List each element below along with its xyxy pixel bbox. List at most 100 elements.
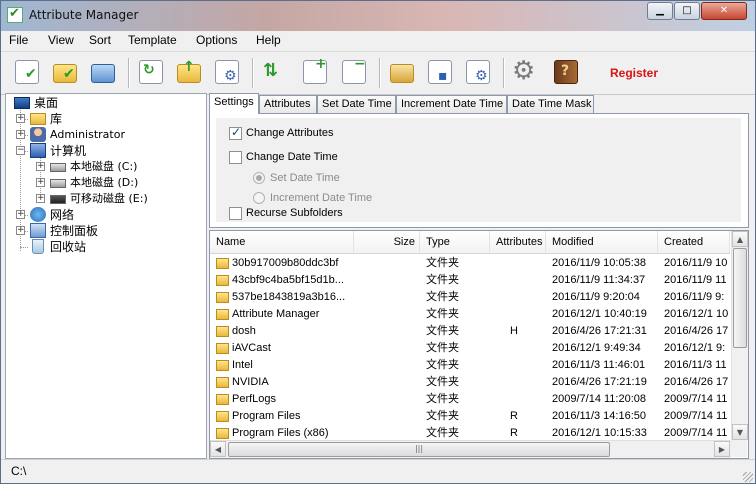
folder-icon [216, 411, 229, 422]
scroll-left-icon[interactable]: ◀ [210, 441, 226, 457]
scroll-down-icon[interactable]: ▼ [732, 424, 748, 440]
resize-grip-icon[interactable] [743, 472, 753, 482]
cell-modified: 2009/7/14 11:20:08 [552, 393, 646, 405]
tab-attributes[interactable]: Attributes [259, 95, 317, 113]
table-row[interactable]: 537be1843819a3b16... 文件夹 2016/11/9 9:20:04… [210, 289, 730, 306]
tab-set-date-time[interactable]: Set Date Time [317, 95, 396, 113]
set-date-time-label: Set Date Time [270, 172, 340, 184]
go-up-button[interactable]: ↑ [173, 56, 205, 88]
table-row[interactable]: dosh 文件夹 H 2016/4/26 17:21:31 2016/4/26 17 [210, 323, 730, 340]
tree-item-label: 回收站 [50, 240, 87, 254]
table-row[interactable]: Program Files 文件夹 R 2016/11/3 14:16:50 2009/… [210, 408, 730, 425]
tree-item-label: Administrator [50, 128, 125, 141]
table-row[interactable]: 30b917009b80ddc3bf 文件夹 2016/11/9 10:05:38 2… [210, 255, 730, 272]
tree-item-label: 本地磁盘 (C:) [70, 160, 138, 173]
cell-name: NVIDIA [232, 376, 269, 388]
table-row[interactable]: NVIDIA 文件夹 2016/4/26 17:21:19 2016/4/26 17 [210, 374, 730, 391]
table-row[interactable]: iAVCast 文件夹 2016/12/1 9:49:34 2016/12/1 9: [210, 340, 730, 357]
toolbar-separator [379, 58, 381, 88]
change-date-time-checkbox[interactable] [229, 151, 242, 164]
add-folder-button[interactable]: ✔ [49, 56, 81, 88]
minimize-button[interactable]: ▁ [647, 2, 673, 20]
menu-template[interactable]: Template [128, 33, 177, 47]
tree-item-label: 控制面板 [50, 224, 99, 238]
scroll-up-icon[interactable]: ▲ [732, 231, 748, 247]
menu-options[interactable]: Options [196, 33, 237, 47]
cell-attributes: H [510, 325, 518, 337]
cell-attributes: R [510, 410, 518, 422]
horizontal-scroll-thumb[interactable]: ||| [228, 442, 610, 457]
cell-modified: 2016/12/1 9:49:34 [552, 342, 641, 354]
expand-icon[interactable]: + [36, 194, 45, 203]
tab-date-time-mask[interactable]: Date Time Mask [507, 95, 594, 113]
save-clipboard-button[interactable]: ▪ [424, 56, 456, 88]
help-button[interactable]: ? [550, 56, 582, 88]
status-bar: C:\ [1, 459, 755, 483]
menu-view[interactable]: View [48, 33, 74, 47]
column-header-size[interactable]: Size [354, 231, 420, 253]
clipboard-button[interactable] [386, 56, 418, 88]
status-path: C:\ [11, 464, 27, 478]
tab-settings[interactable]: Settings [209, 93, 259, 114]
file-list[interactable]: Name Size Type Attributes Modified Creat… [209, 230, 749, 459]
menu-help[interactable]: Help [256, 33, 281, 47]
change-attributes-checkbox[interactable] [229, 125, 242, 140]
recurse-subfolders-checkbox[interactable] [229, 207, 242, 220]
collapse-icon[interactable]: − [16, 146, 25, 155]
folder-icon [216, 377, 229, 388]
cell-type: 文件夹 [426, 257, 459, 269]
close-button[interactable]: ✕ [701, 2, 747, 20]
folder-icon [216, 275, 229, 286]
expand-icon[interactable]: + [16, 114, 25, 123]
removable-drive-icon [50, 195, 66, 204]
expand-icon[interactable]: + [16, 226, 25, 235]
column-header-created[interactable]: Created [658, 231, 730, 253]
swap-folders-icon [91, 64, 115, 83]
swap-folders-button[interactable] [87, 56, 119, 88]
tree-item-label: 可移动磁盘 (E:) [70, 192, 148, 205]
maximize-button[interactable]: □ [674, 2, 700, 20]
increment-date-time-radio[interactable] [253, 192, 265, 204]
column-header-modified[interactable]: Modified [546, 231, 658, 253]
folder-icon [216, 343, 229, 354]
move-up-down-icon: ⇅ [263, 60, 279, 81]
vertical-scroll-thumb[interactable] [733, 248, 747, 348]
vertical-scrollbar[interactable]: ▲ ▼ [731, 231, 748, 440]
expand-icon[interactable]: + [16, 130, 25, 139]
options-button[interactable]: ⚙ [510, 56, 542, 88]
title-bar[interactable]: Attribute Manager ▁ □ ✕ [1, 1, 755, 31]
horizontal-scrollbar[interactable]: ◀ ||| ▶ [210, 440, 731, 458]
cell-created: 2016/11/9 9: [664, 291, 725, 303]
folder-icon [216, 394, 229, 405]
cell-name: 537be1843819a3b16... [232, 291, 346, 303]
table-row[interactable]: Attribute Manager 文件夹 2016/12/1 10:40:19 20… [210, 306, 730, 323]
menu-sort[interactable]: Sort [89, 33, 111, 47]
document-settings-button[interactable]: ⚙ [211, 56, 243, 88]
add-list-button[interactable]: + [299, 56, 331, 88]
refresh-button[interactable]: ↻ [135, 56, 167, 88]
table-row[interactable]: Intel 文件夹 2016/11/3 11:46:01 2016/11/3 11 [210, 357, 730, 374]
set-date-time-radio[interactable] [253, 172, 265, 184]
scroll-right-icon[interactable]: ▶ [714, 441, 730, 457]
cell-type: 文件夹 [426, 359, 459, 371]
move-up-down-button[interactable]: ⇅ [259, 56, 291, 88]
gear-icon: ⚙ [512, 56, 536, 86]
add-files-button[interactable]: ✔ [11, 56, 43, 88]
folder-tree[interactable]: 桌面 + 库 + Administrator − 计算机 + 本地磁盘 (C:)… [5, 93, 207, 459]
expand-icon[interactable]: + [36, 178, 45, 187]
table-row[interactable]: 43cbf9c4ba5bf15d1b... 文件夹 2016/11/9 11:34:… [210, 272, 730, 289]
remove-list-button[interactable]: − [338, 56, 370, 88]
menu-file[interactable]: File [9, 33, 28, 47]
column-header-name[interactable]: Name [210, 231, 354, 253]
cell-modified: 2016/11/3 14:16:50 [552, 410, 646, 422]
tab-increment-date-time[interactable]: Increment Date Time [396, 95, 507, 113]
cell-modified: 2016/11/3 11:46:01 [552, 359, 646, 371]
expand-icon[interactable]: + [36, 162, 45, 171]
register-link[interactable]: Register [610, 66, 658, 80]
expand-icon[interactable]: + [16, 210, 25, 219]
table-row[interactable]: PerfLogs 文件夹 2009/7/14 11:20:08 2009/7/14 1… [210, 391, 730, 408]
folder-icon [216, 360, 229, 371]
column-header-attributes[interactable]: Attributes [490, 231, 546, 253]
column-header-type[interactable]: Type [420, 231, 490, 253]
template-settings-button[interactable]: ⚙ [462, 56, 494, 88]
